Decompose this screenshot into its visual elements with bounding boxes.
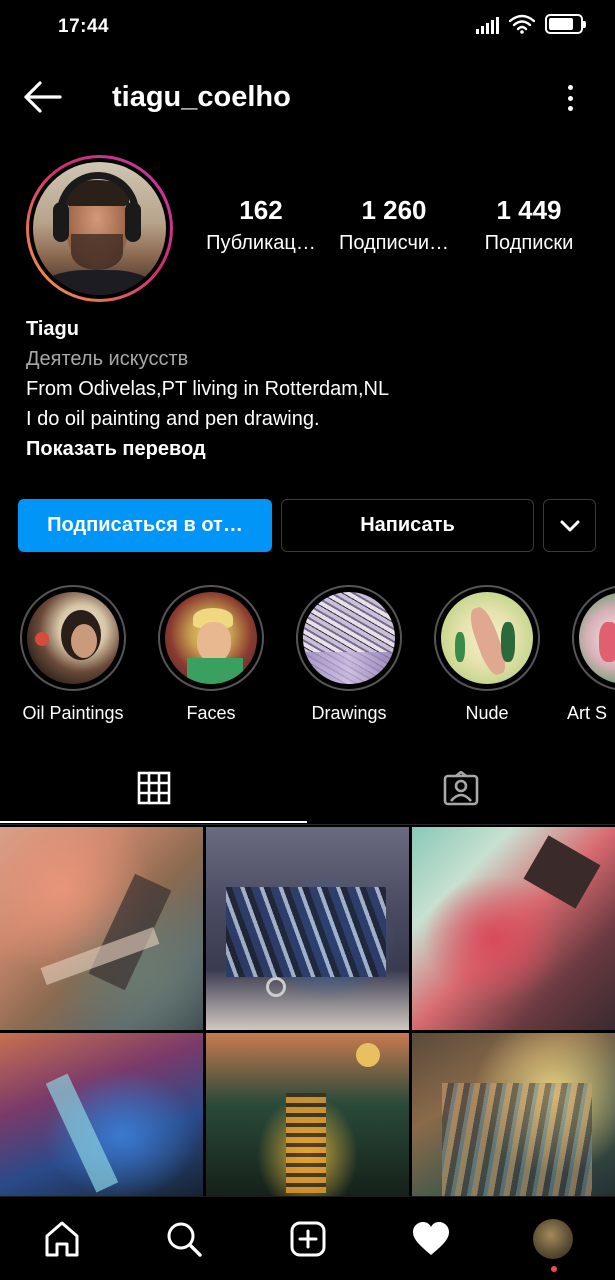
tab-posts-grid[interactable] <box>0 755 307 823</box>
stat-following-count: 1 449 <box>496 195 562 225</box>
wifi-icon <box>509 14 535 34</box>
stat-posts-count: 162 <box>239 195 283 225</box>
highlight-faces[interactable]: Faces <box>151 585 271 724</box>
notification-dot <box>551 1266 557 1272</box>
nav-search[interactable] <box>162 1217 206 1261</box>
show-translation-link[interactable]: Показать перевод <box>26 434 596 464</box>
highlight-label: Drawings <box>311 703 387 723</box>
stat-posts-label: Публикац… <box>206 232 316 254</box>
add-post-icon <box>290 1221 326 1257</box>
profile-username: tiagu_coelho <box>112 81 291 113</box>
post-thumbnail[interactable] <box>412 827 615 1030</box>
grid-icon <box>137 771 170 805</box>
more-vertical-icon <box>567 85 573 90</box>
profile-stats: 162 Публикац… 1 260 Подписчи… 1 449 Подп… <box>0 195 615 265</box>
follow-back-button[interactable]: Подписаться в от… <box>18 499 272 552</box>
profile-header: tiagu_coelho <box>0 62 615 132</box>
tab-tagged[interactable] <box>307 755 614 823</box>
signal-icon <box>476 14 499 34</box>
status-bar: 17:44 <box>0 0 615 54</box>
more-options-button[interactable] <box>563 82 577 114</box>
tagged-icon <box>443 771 478 806</box>
stat-following-label: Подписки <box>484 232 574 254</box>
arrow-left-icon <box>24 81 62 113</box>
battery-icon <box>545 14 586 34</box>
profile-avatar-icon <box>533 1219 573 1259</box>
bio-line: I do oil painting and pen drawing. <box>26 408 320 430</box>
profile-category: Деятель искусств <box>26 348 189 370</box>
profile-actions: Подписаться в от… Написать <box>18 499 598 553</box>
chevron-down-icon <box>560 520 579 531</box>
highlight-nude[interactable]: Nude <box>427 585 547 724</box>
highlight-label: Faces <box>186 703 236 723</box>
profile-display-name: Tiagu <box>26 318 79 340</box>
highlight-art[interactable]: Art S <box>565 585 615 724</box>
suggested-accounts-button[interactable] <box>543 499 596 552</box>
stat-followers[interactable]: 1 260 Подписчи… <box>333 195 455 255</box>
stat-posts[interactable]: 162 Публикац… <box>200 195 322 255</box>
nav-home[interactable] <box>40 1217 84 1261</box>
status-icons <box>476 14 586 34</box>
post-thumbnail[interactable] <box>0 827 203 1030</box>
message-button[interactable]: Написать <box>281 499 534 552</box>
highlight-oil-paintings[interactable]: Oil Paintings <box>13 585 133 724</box>
nav-profile[interactable] <box>531 1217 575 1261</box>
highlight-label: Nude <box>465 703 509 723</box>
profile-tabs <box>0 755 615 825</box>
posts-grid <box>0 827 615 1236</box>
stat-followers-label: Подписчи… <box>338 232 450 254</box>
nav-activity[interactable] <box>409 1217 453 1261</box>
nav-new-post[interactable] <box>286 1217 330 1261</box>
status-time: 17:44 <box>58 16 110 37</box>
highlight-label: Art S <box>567 703 608 723</box>
profile-bio: Tiagu Деятель искусств From Odivelas,PT … <box>26 314 596 464</box>
bio-line: From Odivelas,PT living in Rotterdam,NL <box>26 378 390 400</box>
home-icon <box>45 1221 79 1257</box>
stat-followers-count: 1 260 <box>361 195 427 225</box>
post-thumbnail[interactable] <box>206 827 409 1030</box>
highlight-drawings[interactable]: Drawings <box>289 585 409 724</box>
bottom-navigation <box>0 1196 615 1280</box>
back-button[interactable] <box>22 78 64 116</box>
stat-following[interactable]: 1 449 Подписки <box>470 195 588 255</box>
highlight-label: Oil Paintings <box>22 703 124 723</box>
search-icon <box>167 1222 202 1257</box>
activity-heart-icon <box>413 1222 449 1255</box>
story-highlights: Oil Paintings Faces Drawings Nude Art S <box>0 585 615 725</box>
